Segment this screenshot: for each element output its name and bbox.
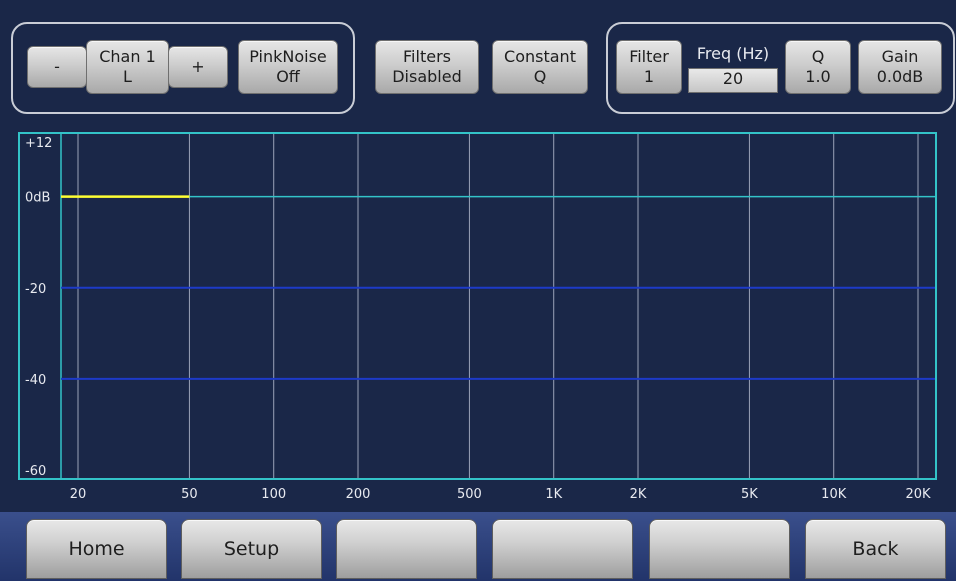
y-tick-label: -40 [25,373,46,388]
y-tick-label: -60 [25,464,46,479]
x-tick-label: 200 [346,487,371,502]
y-tick-label: +12 [25,136,52,151]
empty-nav-button-1[interactable] [336,519,477,579]
setup-button[interactable]: Setup [181,519,322,579]
x-tick-label: 50 [181,487,198,502]
x-tick-label: 10K [821,487,847,502]
x-tick-label: 20K [905,487,931,502]
setup-label: Setup [223,538,280,560]
home-label: Home [68,538,125,560]
y-tick-label: -20 [25,282,46,297]
back-button[interactable]: Back [805,519,946,579]
x-tick-label: 20 [70,487,87,502]
eq-response-graph: +12 0dB -20 -40 -60 20 50 100 200 500 1K 2K 5K 10K 20K [18,132,937,502]
x-tick-label: 1K [545,487,562,502]
home-button[interactable]: Home [26,519,167,579]
x-tick-label: 5K [741,487,758,502]
y-tick-label: 0dB [25,191,50,206]
x-tick-label: 100 [261,487,286,502]
back-label: Back [852,538,899,560]
empty-nav-button-3[interactable] [649,519,790,579]
x-tick-label: 500 [457,487,482,502]
graph-border [18,132,937,480]
empty-nav-button-2[interactable] [492,519,633,579]
bottom-nav-bar: Home Setup Back [0,512,956,581]
eq-screen: - Chan 1 L + PinkNoise Off Filters Disab… [0,0,956,581]
x-tick-label: 2K [630,487,647,502]
